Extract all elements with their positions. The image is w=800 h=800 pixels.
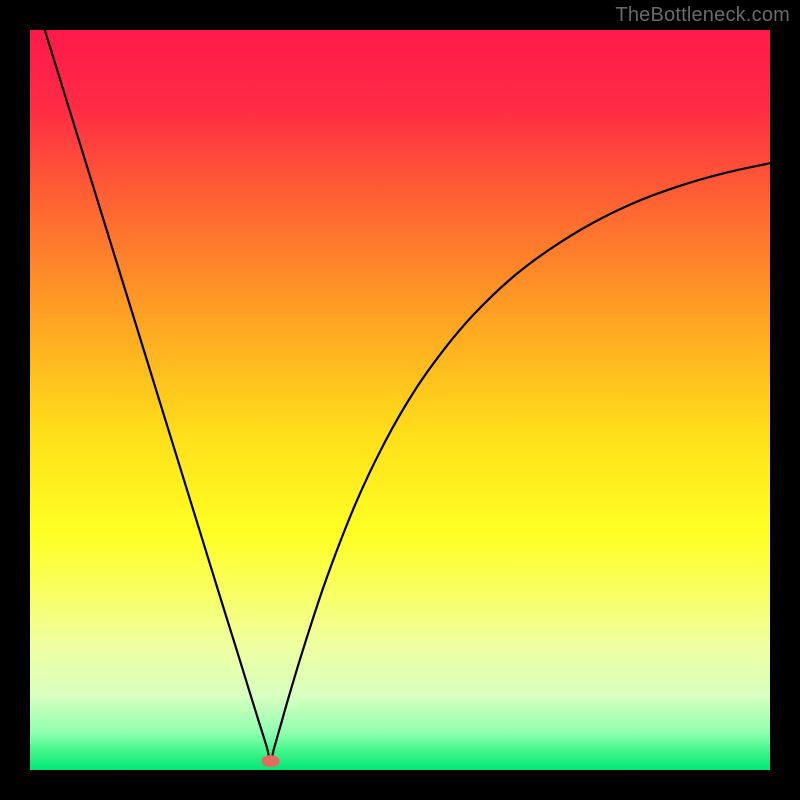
minimum-marker: [262, 755, 280, 767]
chart-frame: TheBottleneck.com: [0, 0, 800, 800]
chart-svg: [30, 30, 770, 770]
plot-area: [30, 30, 770, 770]
watermark-label: TheBottleneck.com: [615, 4, 790, 27]
gradient-background: [30, 30, 770, 770]
